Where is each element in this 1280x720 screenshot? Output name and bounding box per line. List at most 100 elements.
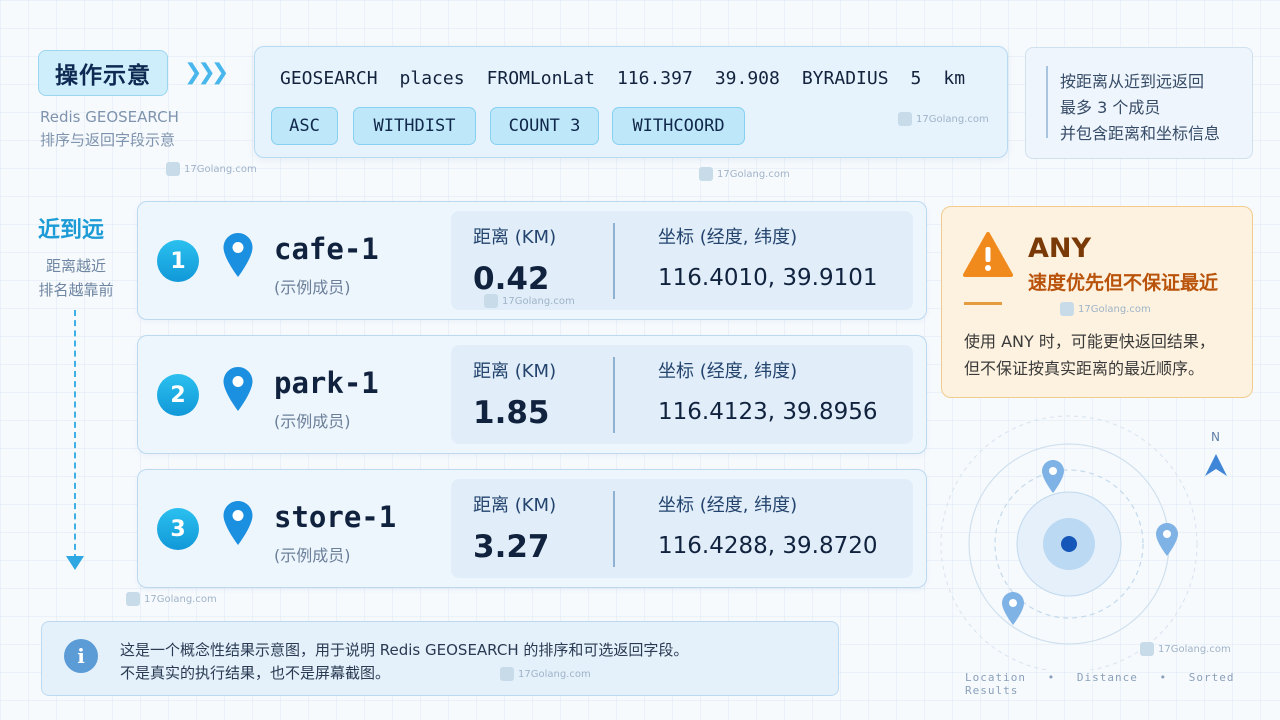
axis-desc-line: 排名越靠前 <box>38 281 114 299</box>
watermark: 17Golang.com <box>166 162 257 176</box>
map-legend-item: Location <box>965 671 1026 684</box>
map-pin-icon <box>1156 523 1178 556</box>
warning-icon <box>963 232 1013 277</box>
command-token: places <box>399 68 465 89</box>
watermark-text: 17Golang.com <box>144 593 217 605</box>
coord-label: 坐标 (经度, 纬度) <box>658 361 798 382</box>
option-withcoord: WITHCOORD <box>612 107 745 145</box>
command-token: 116.397 <box>616 68 693 89</box>
radius-map <box>940 415 1227 670</box>
watermark: 17Golang.com <box>699 167 790 181</box>
coord-value: 116.4288, 39.8720 <box>658 533 878 559</box>
warning-title: ANY <box>1028 233 1092 264</box>
result-info: 距离 (KM) 3.27 坐标 (经度, 纬度) 116.4288, 39.87… <box>451 479 913 578</box>
north-arrow-icon <box>1205 454 1227 476</box>
member-subtitle: (示例成员) <box>274 546 351 565</box>
watermark-logo-icon <box>484 294 498 308</box>
command-token: km <box>943 68 966 89</box>
watermark: 17Golang.com <box>484 294 575 308</box>
member-name: cafe-1 <box>274 232 379 266</box>
command-token: 5 <box>910 68 922 89</box>
map-pin-icon <box>223 367 253 411</box>
watermark-logo-icon <box>699 167 713 181</box>
coord-value: 116.4010, 39.9101 <box>658 265 878 291</box>
watermark-logo-icon <box>166 162 180 176</box>
watermark: 17Golang.com <box>1140 642 1231 656</box>
note-line: 最多 3 个成员 <box>1060 98 1161 117</box>
command-token: 39.908 <box>714 68 780 89</box>
map-pin-icon <box>223 501 253 545</box>
divider <box>613 491 615 567</box>
note-line: 按距离从近到远返回 <box>1060 72 1205 91</box>
result-card: 3 store-1 (示例成员) 距离 (KM) 3.27 坐标 (经度, 纬度… <box>137 469 927 588</box>
distance-label: 距离 (KM) <box>473 227 557 248</box>
watermark-logo-icon <box>898 112 912 126</box>
axis-title: 近到远 <box>38 218 105 243</box>
axis-description: 距离越近 排名越靠前 <box>38 254 114 302</box>
rank-badge: 1 <box>157 240 199 282</box>
distance-value: 1.85 <box>473 395 550 431</box>
map-pin-icon <box>1002 592 1024 625</box>
subtitle-line: Redis GEOSEARCH <box>40 108 179 126</box>
distance-value: 0.42 <box>473 261 550 297</box>
disclaimer-line: 这是一个概念性结果示意图，用于说明 Redis GEOSEARCH 的排序和可选… <box>120 641 689 659</box>
note-divider <box>1046 66 1048 138</box>
page-title: 操作示意 <box>38 50 168 96</box>
note-line: 并包含距离和坐标信息 <box>1060 124 1221 143</box>
subtitle-line: 排序与返回字段示意 <box>40 131 176 149</box>
coord-label: 坐标 (经度, 纬度) <box>658 227 798 248</box>
watermark-text: 17Golang.com <box>1158 643 1231 655</box>
result-note: 按距离从近到远返回 最多 3 个成员 并包含距离和坐标信息 <box>1025 47 1253 159</box>
watermark-text: 17Golang.com <box>717 168 790 180</box>
distance-label: 距离 (KM) <box>473 361 557 382</box>
coord-label: 坐标 (经度, 纬度) <box>658 495 798 516</box>
map-legend-item: Distance <box>1076 671 1138 684</box>
option-withdist: WITHDIST <box>353 107 476 145</box>
watermark-logo-icon <box>126 592 140 606</box>
legend-dot: • <box>1047 671 1056 684</box>
coord-value: 116.4123, 39.8956 <box>658 399 878 425</box>
watermark: 17Golang.com <box>1060 302 1151 316</box>
rank-badge: 3 <box>157 508 199 550</box>
arrow-down-icon <box>66 556 84 570</box>
disclaimer-panel: i 这是一个概念性结果示意图，用于说明 Redis GEOSEARCH 的排序和… <box>41 621 839 696</box>
info-icon: i <box>64 639 98 673</box>
command-token: BYRADIUS <box>801 68 889 89</box>
result-info: 距离 (KM) 1.85 坐标 (经度, 纬度) 116.4123, 39.89… <box>451 345 913 444</box>
option-asc: ASC <box>271 107 338 145</box>
axis-desc-line: 距离越近 <box>45 257 106 275</box>
watermark: 17Golang.com <box>500 667 591 681</box>
map-pin-icon <box>1042 460 1064 493</box>
north-label: N <box>1211 430 1220 444</box>
chevron-right-icon: ❯❯❯ <box>184 60 229 85</box>
disclaimer-line: 不是真实的执行结果，也不是屏幕截图。 <box>120 664 391 682</box>
map-pin-icon <box>223 233 253 277</box>
watermark-text: 17Golang.com <box>184 163 257 175</box>
watermark-logo-icon <box>500 667 514 681</box>
subtitle: Redis GEOSEARCH 排序与返回字段示意 <box>40 106 179 152</box>
watermark-text: 17Golang.com <box>916 113 989 125</box>
command-line: GEOSEARCH places FROMLonLat 116.397 39.908 BY… <box>280 68 965 89</box>
distance-label: 距离 (KM) <box>473 495 557 516</box>
watermark-text: 17Golang.com <box>518 668 591 680</box>
member-subtitle: (示例成员) <box>274 278 351 297</box>
watermark-logo-icon <box>1060 302 1074 316</box>
watermark-text: 17Golang.com <box>502 295 575 307</box>
member-name: park-1 <box>274 366 379 400</box>
center-point-icon <box>1061 536 1077 552</box>
distance-value: 3.27 <box>473 529 550 565</box>
member-subtitle: (示例成员) <box>274 412 351 431</box>
divider <box>613 223 615 299</box>
option-count: COUNT 3 <box>490 107 599 145</box>
divider <box>613 357 615 433</box>
watermark-logo-icon <box>1140 642 1154 656</box>
axis-dashed-line <box>74 310 76 560</box>
map-legend: Location • Distance • Sorted Results <box>965 671 1280 697</box>
warning-text: 使用 ANY 时，可能更快返回结果， <box>964 332 1215 351</box>
watermark: 17Golang.com <box>898 112 989 126</box>
watermark: 17Golang.com <box>126 592 217 606</box>
warning-rule <box>964 302 1002 305</box>
legend-dot: • <box>1159 671 1168 684</box>
rank-badge: 2 <box>157 374 199 416</box>
watermark-text: 17Golang.com <box>1078 303 1151 315</box>
